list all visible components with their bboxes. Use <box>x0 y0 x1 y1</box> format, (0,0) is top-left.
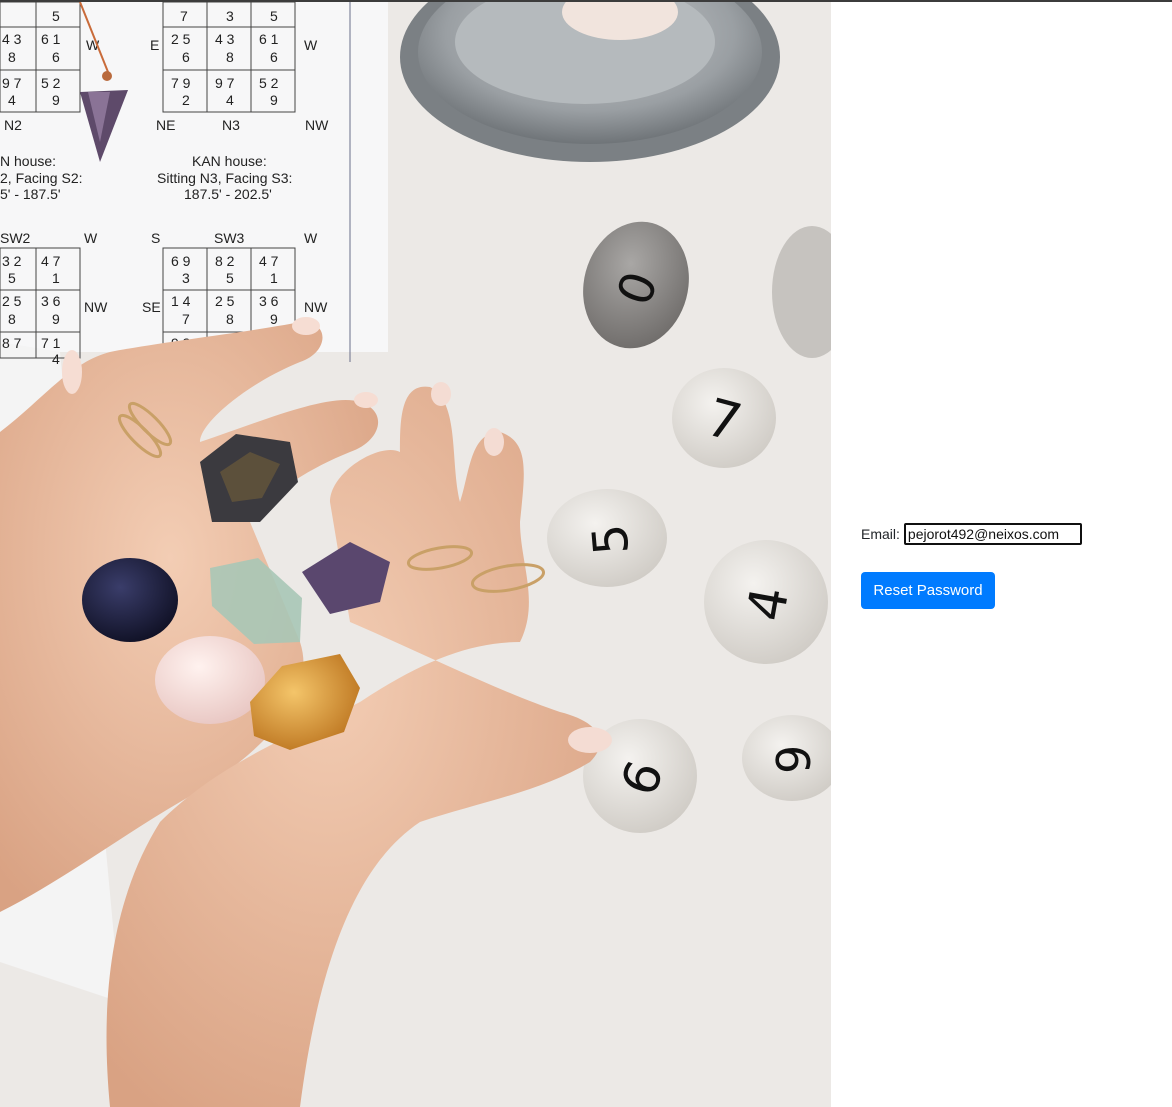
svg-text:8: 8 <box>226 311 234 327</box>
svg-text:4: 4 <box>226 92 234 108</box>
svg-text:1: 1 <box>52 270 60 286</box>
svg-text:Sitting N3, Facing S3:: Sitting N3, Facing S3: <box>157 170 292 186</box>
svg-text:9: 9 <box>270 311 278 327</box>
email-label: Email: <box>861 526 900 542</box>
svg-text:4: 4 <box>52 351 60 367</box>
email-input[interactable] <box>903 523 1082 545</box>
svg-text:5: 5 <box>52 8 60 24</box>
svg-text:187.5' - 202.5': 187.5' - 202.5' <box>184 186 272 202</box>
svg-text:5: 5 <box>8 270 16 286</box>
svg-text:5' - 187.5': 5' - 187.5' <box>0 186 61 202</box>
svg-text:5 2: 5 2 <box>41 75 61 91</box>
svg-text:SW2: SW2 <box>0 230 31 246</box>
svg-text:N3: N3 <box>222 117 240 133</box>
svg-text:3: 3 <box>182 270 190 286</box>
svg-text:5: 5 <box>226 270 234 286</box>
svg-text:7: 7 <box>180 8 188 24</box>
svg-text:8 2: 8 2 <box>215 253 235 269</box>
svg-text:6: 6 <box>182 49 190 65</box>
svg-text:W: W <box>304 37 318 53</box>
svg-text:W: W <box>84 230 98 246</box>
svg-text:8: 8 <box>8 49 16 65</box>
svg-text:7: 7 <box>182 311 190 327</box>
svg-text:8 7: 8 7 <box>2 335 22 351</box>
svg-text:N2: N2 <box>4 117 22 133</box>
svg-text:3 6: 3 6 <box>41 293 61 309</box>
svg-text:6 1: 6 1 <box>41 31 61 47</box>
svg-text:9: 9 <box>270 92 278 108</box>
svg-text:SE: SE <box>142 299 161 315</box>
svg-text:4 3: 4 3 <box>2 31 22 47</box>
svg-text:2 5: 2 5 <box>215 293 235 309</box>
svg-text:2 5: 2 5 <box>2 293 22 309</box>
svg-text:3 6: 3 6 <box>259 293 279 309</box>
svg-text:1: 1 <box>270 270 278 286</box>
svg-text:4: 4 <box>8 92 16 108</box>
svg-text:4 3: 4 3 <box>215 31 235 47</box>
svg-text:NW: NW <box>84 299 108 315</box>
svg-text:1 4: 1 4 <box>171 293 191 309</box>
svg-text:3 2: 3 2 <box>2 253 22 269</box>
svg-text:8: 8 <box>8 311 16 327</box>
svg-text:S: S <box>151 230 160 246</box>
svg-text:7 9: 7 9 <box>171 75 191 91</box>
svg-text:6 1: 6 1 <box>259 31 279 47</box>
svg-text:KAN house:: KAN house: <box>192 153 267 169</box>
svg-text:W: W <box>304 230 318 246</box>
svg-text:7 1: 7 1 <box>41 335 61 351</box>
reset-password-panel: Email: Reset Password <box>831 2 1172 1107</box>
svg-text:8: 8 <box>226 49 234 65</box>
svg-text:2 5: 2 5 <box>171 31 191 47</box>
svg-text:NE: NE <box>156 117 175 133</box>
svg-text:5 2: 5 2 <box>259 75 279 91</box>
svg-text:6: 6 <box>270 49 278 65</box>
svg-text:4 7: 4 7 <box>41 253 61 269</box>
svg-text:NW: NW <box>304 299 328 315</box>
svg-text:NW: NW <box>305 117 329 133</box>
svg-text:5: 5 <box>270 8 278 24</box>
svg-text:SW3: SW3 <box>214 230 245 246</box>
svg-text:9: 9 <box>52 92 60 108</box>
svg-text:9: 9 <box>767 745 821 774</box>
hero-photo: 5 7 3 5 4 3 6 1 W E 2 5 4 3 6 1 W 8 6 6 … <box>0 2 831 1107</box>
svg-text:9 7: 9 7 <box>215 75 235 91</box>
email-row: Email: <box>861 523 1082 545</box>
svg-text:9 7: 9 7 <box>2 75 22 91</box>
svg-text:5: 5 <box>582 522 640 557</box>
svg-text:N house:: N house: <box>0 153 56 169</box>
svg-text:6: 6 <box>52 49 60 65</box>
svg-text:9: 9 <box>52 311 60 327</box>
svg-text:4 7: 4 7 <box>259 253 279 269</box>
reset-password-button[interactable]: Reset Password <box>861 572 995 609</box>
svg-text:2: 2 <box>182 92 190 108</box>
svg-text:6 9: 6 9 <box>171 253 191 269</box>
svg-text:3: 3 <box>226 8 234 24</box>
svg-text:2, Facing S2:: 2, Facing S2: <box>0 170 83 186</box>
svg-text:E: E <box>150 37 159 53</box>
